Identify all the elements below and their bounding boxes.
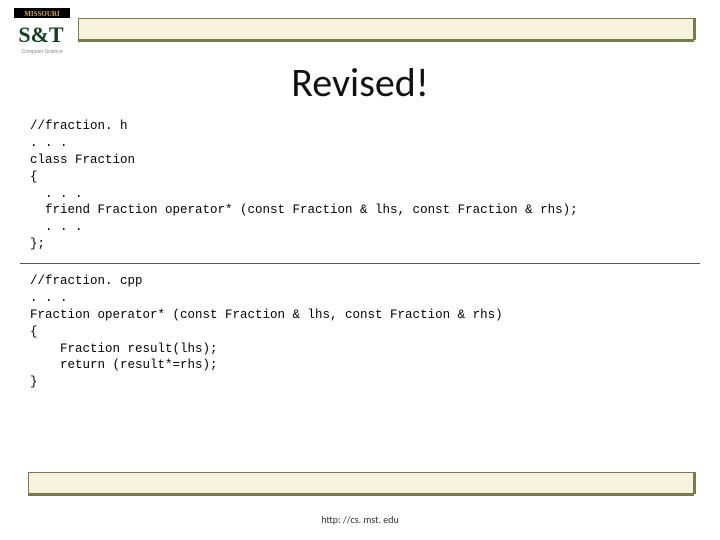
svg-text:Computer Science: Computer Science bbox=[21, 49, 62, 55]
slide-title: Revised! bbox=[0, 58, 720, 107]
code-block-impl: //fraction. cpp . . . Fraction operator*… bbox=[30, 273, 503, 391]
svg-text:S&T: S&T bbox=[18, 22, 64, 47]
footer-bar bbox=[28, 472, 694, 494]
header-bar bbox=[78, 18, 694, 40]
svg-text:MISSOURI: MISSOURI bbox=[24, 10, 60, 18]
code-block-header: //fraction. h . . . class Fraction { . .… bbox=[30, 118, 578, 253]
divider bbox=[20, 263, 700, 264]
mst-logo: MISSOURI S&T Computer Science bbox=[14, 8, 70, 56]
footer-url: http: //cs. mst. edu bbox=[0, 513, 720, 526]
